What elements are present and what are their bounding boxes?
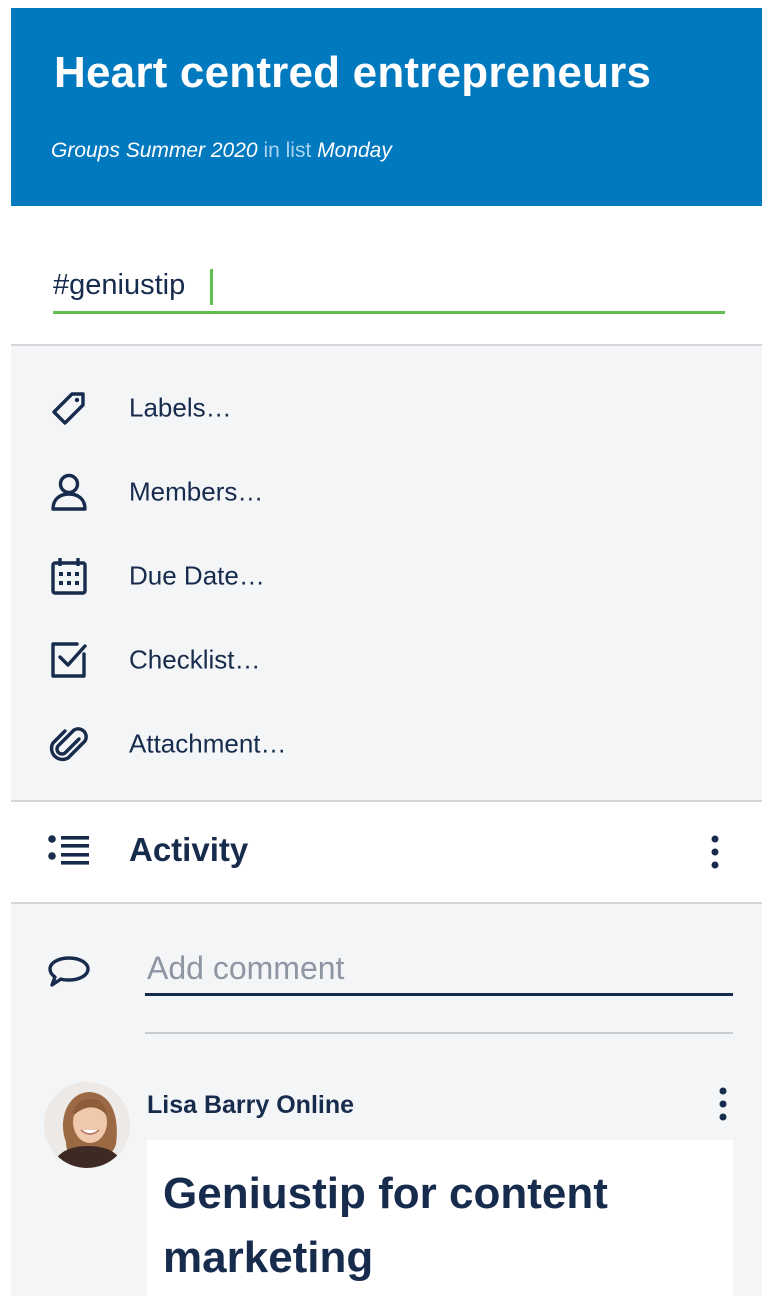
paperclip-icon <box>47 722 91 766</box>
text-caret <box>210 269 213 305</box>
checklist-label: Checklist… <box>129 644 261 675</box>
activity-entry: Lisa Barry Online Geniustip for content … <box>11 1078 762 1296</box>
person-icon <box>47 470 91 514</box>
labels-action[interactable]: Labels… <box>11 368 762 448</box>
card-detail-screen: Heart centred entrepreneurs Groups Summe… <box>11 8 762 1296</box>
checkbox-icon <box>47 638 91 682</box>
add-comment-row <box>11 904 762 1044</box>
speech-bubble-icon <box>47 954 91 994</box>
members-action[interactable]: Members… <box>11 452 762 532</box>
activity-title: Activity <box>129 831 249 868</box>
comment-more-icon[interactable] <box>703 1082 743 1126</box>
list-name[interactable]: Monday <box>317 139 392 162</box>
add-comment-input[interactable] <box>145 944 733 996</box>
comment-heading: Geniustip for content marketing <box>163 1169 608 1282</box>
board-name[interactable]: Groups Summer 2020 <box>51 139 258 162</box>
card-location: Groups Summer 2020 in list Monday <box>51 139 392 163</box>
members-label: Members… <box>129 476 264 507</box>
due-date-label: Due Date… <box>129 560 265 591</box>
card-name-section <box>11 206 762 346</box>
comment-author[interactable]: Lisa Barry Online <box>147 1091 354 1120</box>
card-header: Heart centred entrepreneurs Groups Summe… <box>11 8 762 206</box>
attachment-label: Attachment… <box>129 728 287 759</box>
avatar[interactable] <box>44 1082 130 1168</box>
card-actions: Labels… Members… Due Date… Checklist… At… <box>11 348 762 800</box>
labels-label: Labels… <box>129 392 232 423</box>
activity-more-icon[interactable] <box>695 830 735 874</box>
card-name-input[interactable] <box>53 266 725 314</box>
list-icon <box>47 832 91 872</box>
comment-body[interactable]: Geniustip for content marketing <box>147 1140 733 1296</box>
attachment-action[interactable]: Attachment… <box>11 704 762 784</box>
tag-icon <box>47 386 91 430</box>
in-list-text: in list <box>263 139 312 162</box>
comment-divider <box>145 1032 733 1034</box>
activity-header: Activity <box>11 800 762 904</box>
checklist-action[interactable]: Checklist… <box>11 620 762 700</box>
due-date-action[interactable]: Due Date… <box>11 536 762 616</box>
card-title: Heart centred entrepreneurs <box>54 48 652 97</box>
calendar-icon <box>47 554 91 598</box>
